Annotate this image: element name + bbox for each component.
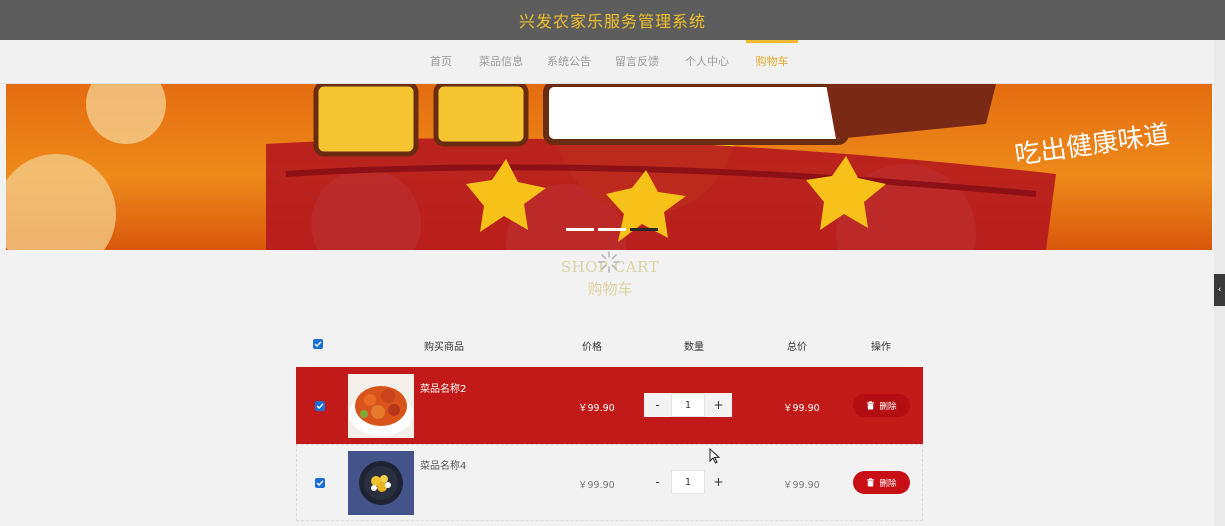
delete-label: 删除 <box>879 478 897 489</box>
cart-table-header: 购买商品 价格 数量 总价 操作 <box>296 325 923 367</box>
dish-name[interactable]: 菜品名称4 <box>420 457 466 472</box>
row-checkbox[interactable] <box>315 478 325 488</box>
increase-qty-button[interactable]: + <box>705 470 732 494</box>
main-nav: 首页 菜品信息 系统公告 留言反馈 个人中心 购物车 <box>0 40 1225 84</box>
row-total: ￥99.90 <box>783 480 820 491</box>
trash-icon <box>867 478 875 487</box>
banner-artwork: 吃出健康味道 <box>6 84 1172 250</box>
carousel-dot-3[interactable] <box>630 228 658 231</box>
nav-item-profile[interactable]: 个人中心 <box>684 40 730 84</box>
dish-thumbnail[interactable] <box>348 374 414 438</box>
spinner-icon <box>598 251 620 273</box>
mouse-cursor-icon <box>709 448 721 464</box>
header-quantity: 数量 <box>684 342 704 353</box>
carousel-dot-2[interactable] <box>598 228 626 231</box>
carousel-indicators <box>566 228 658 234</box>
carousel-dot-1[interactable] <box>566 228 594 231</box>
promo-banner[interactable]: 吃出健康味道 <box>6 84 1212 250</box>
dish-name[interactable]: 菜品名称2 <box>420 380 466 395</box>
delete-button[interactable]: 删除 <box>853 471 910 494</box>
dish-price: ￥99.90 <box>578 480 615 491</box>
dish-image <box>348 451 414 515</box>
nav-item-home[interactable]: 首页 <box>426 40 456 84</box>
nav-item-dishes[interactable]: 菜品信息 <box>478 40 524 84</box>
nav-item-cart[interactable]: 购物车 <box>746 40 798 84</box>
quantity-input[interactable]: 1 <box>671 393 705 417</box>
decrease-qty-button[interactable]: - <box>644 470 671 494</box>
nav-item-notices[interactable]: 系统公告 <box>546 40 592 84</box>
decrease-qty-button[interactable]: - <box>644 393 671 417</box>
cart-row: 菜品名称2 ￥99.90 - 1 + ￥99.90 删除 <box>296 367 923 444</box>
quantity-input[interactable]: 1 <box>671 470 705 494</box>
nav-item-feedback[interactable]: 留言反馈 <box>614 40 660 84</box>
header-product: 购买商品 <box>424 342 464 353</box>
delete-button[interactable]: 删除 <box>853 394 910 417</box>
svg-text:吃出健康味道: 吃出健康味道 <box>1013 120 1172 171</box>
app-title: 兴发农家乐服务管理系统 <box>518 12 706 31</box>
top-bar: 兴发农家乐服务管理系统 <box>0 0 1225 40</box>
cart-table: 购买商品 价格 数量 总价 操作 菜品名称2 ￥99.90 - 1 + ￥99.… <box>296 325 923 521</box>
header-price: 价格 <box>582 342 602 353</box>
dish-thumbnail[interactable] <box>348 451 414 515</box>
section-title-cn: 购物车 <box>587 280 633 298</box>
quantity-stepper: - 1 + <box>644 393 732 417</box>
quantity-stepper: - 1 + <box>644 470 732 494</box>
select-all-checkbox[interactable] <box>313 339 323 349</box>
check-icon <box>316 403 324 409</box>
dish-price: ￥99.90 <box>578 403 615 414</box>
increase-qty-button[interactable]: + <box>705 393 732 417</box>
check-icon <box>314 341 322 347</box>
header-action: 操作 <box>871 342 891 353</box>
check-icon <box>316 480 324 486</box>
dish-image <box>348 374 414 438</box>
delete-label: 删除 <box>879 401 897 412</box>
chevron-left-icon[interactable]: ‹ <box>1214 274 1225 306</box>
trash-icon <box>867 401 875 410</box>
row-total: ￥99.90 <box>783 403 820 414</box>
cart-row: 菜品名称4 ￥99.90 - 1 + ￥99.90 删除 <box>296 444 923 521</box>
row-checkbox[interactable] <box>315 401 325 411</box>
header-total: 总价 <box>787 342 807 353</box>
